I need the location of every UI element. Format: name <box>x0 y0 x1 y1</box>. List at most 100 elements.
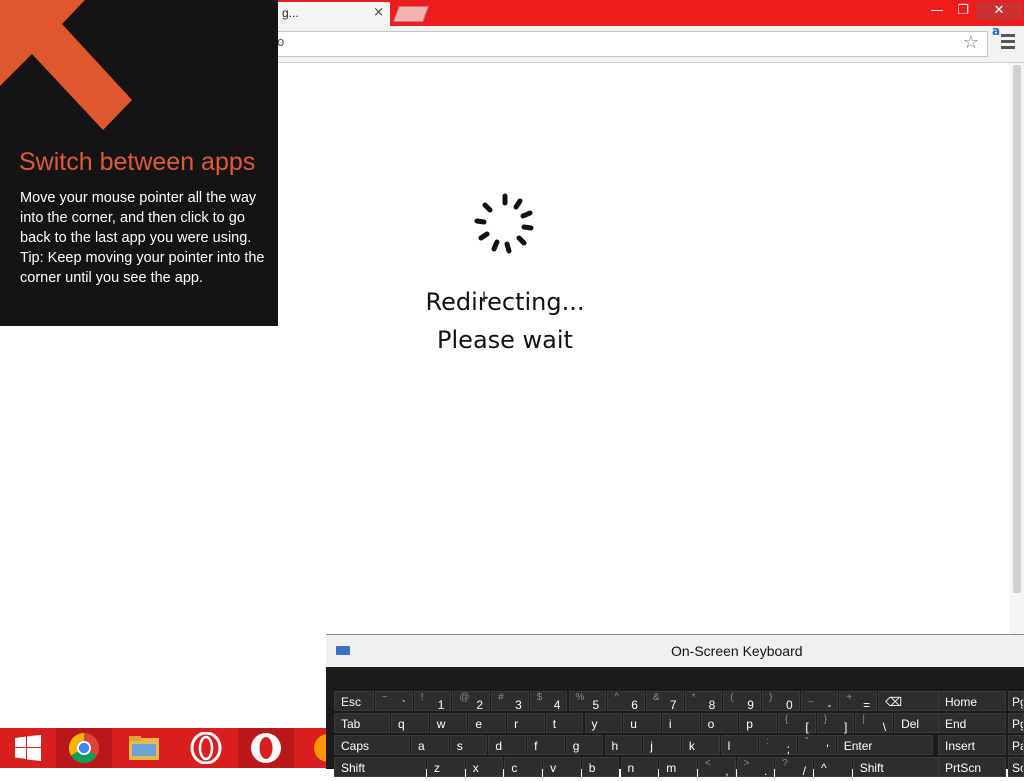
taskbar-opera-active[interactable] <box>238 728 294 768</box>
osk-key[interactable]: ^ 6 <box>607 691 645 712</box>
osk-key[interactable]: n <box>620 757 659 777</box>
osk-key-label: \ <box>882 720 887 734</box>
osk-nav-key[interactable]: Pa <box>1008 735 1024 755</box>
osk-key[interactable]: * 8 <box>684 691 723 712</box>
address-bar[interactable]: o ☆ <box>270 31 988 57</box>
osk-titlebar[interactable]: On-Screen Keyboard <box>326 635 1024 667</box>
osk-key[interactable]: {[ <box>778 713 816 734</box>
switch-apps-tip[interactable]: Switch between apps Move your mouse poin… <box>0 0 278 326</box>
taskbar-opera[interactable] <box>178 728 234 768</box>
osk-key[interactable]: u <box>623 713 661 733</box>
osk-key[interactable]: & 7 <box>645 691 684 712</box>
osk-key[interactable]: _ - <box>800 691 839 712</box>
osk-key[interactable]: r <box>507 713 545 733</box>
osk-nav-key[interactable]: Insert <box>938 735 1006 755</box>
osk-key[interactable]: i <box>661 713 700 733</box>
minimize-button[interactable]: — <box>926 2 948 20</box>
osk-key[interactable]: k <box>681 735 720 755</box>
osk-key[interactable]: l <box>720 735 759 755</box>
windows-logo-icon <box>15 735 41 761</box>
osk-key-label: , <box>725 764 729 778</box>
osk-key[interactable]: j <box>643 735 681 755</box>
osk-key[interactable]: <, <box>697 757 736 778</box>
start-button[interactable] <box>0 728 56 768</box>
osk-key[interactable]: :; <box>759 735 797 756</box>
osk-key[interactable]: p <box>739 713 777 733</box>
browser-tab[interactable]: g... × <box>268 2 390 26</box>
osk-key[interactable]: d <box>488 735 527 755</box>
maximize-button[interactable]: ❐ <box>952 2 974 20</box>
tab-close-icon[interactable]: × <box>373 5 384 20</box>
osk-key[interactable]: s <box>449 735 488 755</box>
osk-key[interactable]: " ' <box>798 735 836 756</box>
osk-key-alt-label: _ <box>807 692 814 703</box>
vertical-scrollbar[interactable] <box>1010 63 1024 728</box>
taskbar-file-explorer[interactable] <box>116 728 172 768</box>
osk-key[interactable]: z <box>427 757 465 777</box>
osk-key-alt-label: + <box>846 692 853 703</box>
osk-key[interactable]: >. <box>736 757 775 778</box>
close-window-button[interactable]: ✕ <box>976 2 1022 20</box>
bookmark-star-icon[interactable]: ☆ <box>963 32 979 53</box>
osk-key[interactable]: ? / <box>775 757 813 778</box>
osk-key-label: ] <box>844 720 848 734</box>
osk-key[interactable]: q <box>391 713 429 733</box>
osk-key[interactable]: (9 <box>723 691 761 712</box>
osk-key[interactable]: h <box>604 735 643 755</box>
osk-key-alt-label: ) <box>769 692 773 703</box>
osk-key[interactable]: f <box>527 735 565 755</box>
osk-key[interactable]: Esc <box>334 691 374 711</box>
osk-key[interactable]: a <box>411 735 449 755</box>
scrollbar-thumb[interactable] <box>1013 65 1021 593</box>
osk-key-label: 3 <box>515 698 522 712</box>
osk-key[interactable]: ~ ` <box>375 691 413 712</box>
osk-key[interactable]: m <box>659 757 697 777</box>
osk-key-alt-label: # <box>498 692 504 703</box>
osk-key-label: 6 <box>631 698 638 712</box>
osk-key[interactable]: Tab <box>334 713 390 733</box>
osk-key[interactable]: Caps <box>334 735 410 755</box>
osk-key[interactable]: }] <box>816 713 855 734</box>
osk-key[interactable]: t <box>545 713 584 733</box>
osk-nav-key[interactable]: Sc <box>1008 757 1024 777</box>
osk-key[interactable]: y <box>584 713 623 733</box>
osk-nav-key[interactable]: Pg <box>1008 713 1024 733</box>
osk-key[interactable]: @2 <box>452 691 491 712</box>
osk-key-alt-label: ( <box>730 692 734 703</box>
osk-nav-key[interactable]: End <box>938 713 1006 733</box>
osk-key[interactable]: | \ <box>855 713 894 734</box>
osk-nav-key[interactable]: Pg <box>1008 691 1024 711</box>
osk-key-alt-label: { <box>785 714 789 725</box>
osk-key-alt-label: | <box>862 714 865 725</box>
osk-key[interactable]: + = <box>839 691 878 712</box>
osk-key[interactable]: w <box>429 713 468 733</box>
osk-key[interactable]: ! 1 <box>413 691 452 712</box>
osk-key[interactable]: o <box>700 713 739 733</box>
osk-key-label: 7 <box>669 698 677 712</box>
osk-key-alt-label: % <box>575 692 585 703</box>
corner-arrow-icon <box>0 0 132 130</box>
extension-icon[interactable]: a <box>992 24 1000 38</box>
osk-key[interactable]: % 5 <box>568 691 607 712</box>
osk-key[interactable]: Enter <box>836 735 933 755</box>
osk-key[interactable]: c <box>504 757 543 777</box>
osk-nav-key[interactable]: Home <box>938 691 1006 711</box>
osk-key[interactable]: b <box>581 757 620 777</box>
osk-key[interactable]: g <box>565 735 604 755</box>
osk-title: On-Screen Keyboard <box>671 643 803 659</box>
osk-key[interactable]: Shift <box>334 757 426 777</box>
osk-key[interactable]: #3 <box>491 691 529 712</box>
osk-key[interactable]: ^ <box>814 757 852 777</box>
osk-nav-key[interactable]: PrtScn <box>938 757 1006 777</box>
osk-key[interactable]: ) 0 <box>762 691 800 712</box>
hamburger-menu-icon[interactable] <box>1001 34 1015 52</box>
osk-key[interactable]: e <box>468 713 507 733</box>
taskbar-chrome[interactable] <box>56 728 112 768</box>
osk-key[interactable]: v <box>543 757 581 777</box>
osk-key-label: 8 <box>708 698 716 712</box>
osk-key[interactable]: ⌫ <box>878 691 943 711</box>
osk-key[interactable]: Shift <box>852 757 949 777</box>
osk-key[interactable]: x <box>465 757 504 777</box>
osk-key[interactable]: $4 <box>529 691 568 712</box>
new-tab-button[interactable] <box>393 6 429 22</box>
